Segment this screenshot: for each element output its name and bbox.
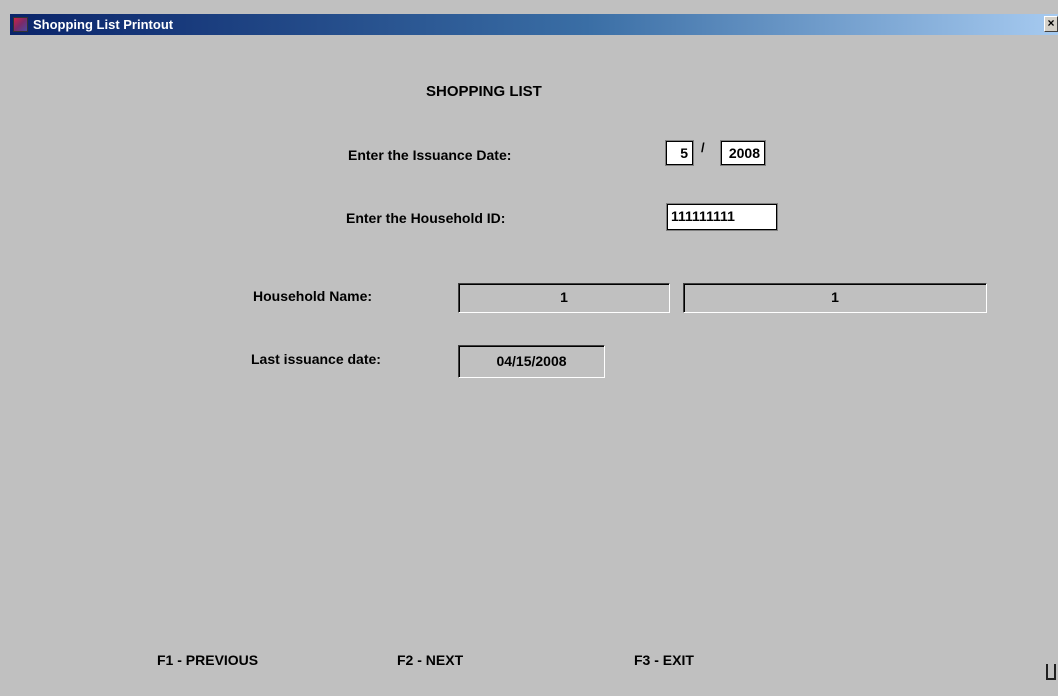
household-last-name-field: 1 (683, 283, 987, 313)
last-issuance-label: Last issuance date: (251, 351, 381, 367)
household-id-label: Enter the Household ID: (346, 210, 506, 226)
form-panel: SHOPPING LIST Enter the Issuance Date: 5… (10, 35, 1058, 696)
household-name-label: Household Name: (253, 288, 373, 304)
issuance-month-input[interactable]: 5 (665, 140, 694, 166)
f2-next-key[interactable]: F2 - NEXT (397, 651, 463, 669)
household-id-input[interactable]: 111111111 (666, 203, 778, 231)
f3-exit-key[interactable]: F3 - EXIT (634, 651, 694, 669)
close-icon: × (1047, 16, 1055, 30)
title-bar: Shopping List Printout × (10, 14, 1058, 35)
last-issuance-date-field: 04/15/2008 (458, 345, 605, 378)
issuance-date-label: Enter the Issuance Date: (348, 147, 512, 163)
date-separator: / (701, 140, 705, 155)
window-title: Shopping List Printout (33, 17, 174, 32)
f1-previous-key[interactable]: F1 - PREVIOUS (157, 651, 258, 669)
app-icon (13, 17, 28, 32)
resize-grip-icon[interactable] (1046, 664, 1056, 680)
household-first-name-field: 1 (458, 283, 670, 313)
page-title: SHOPPING LIST (426, 83, 542, 100)
issuance-year-input[interactable]: 2008 (720, 140, 766, 166)
close-button[interactable]: × (1044, 16, 1058, 32)
